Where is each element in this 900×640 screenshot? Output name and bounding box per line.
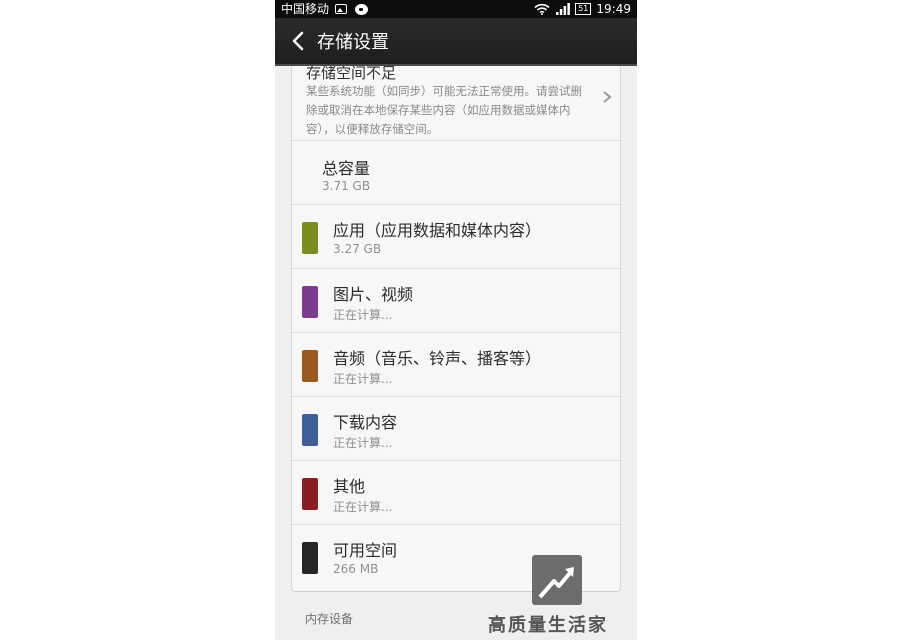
row-label: 图片、视频 [333, 285, 414, 304]
wifi-icon [534, 3, 550, 15]
color-swatch [302, 286, 318, 318]
storage-row-other[interactable]: 其他 正在计算... [292, 461, 620, 525]
total-capacity-value: 3.71 GB [322, 179, 371, 193]
page-title: 存储设置 [317, 32, 389, 53]
row-value: 3.27 GB [333, 242, 382, 256]
row-label: 音频（音乐、铃声、播客等） [333, 349, 542, 368]
clock: 19:49 [596, 2, 631, 16]
signal-icon [556, 3, 571, 15]
section-header-internal-storage: 内存设备 [305, 612, 354, 626]
storage-row-pictures-videos[interactable]: 图片、视频 正在计算... [292, 269, 620, 333]
row-label: 下载内容 [333, 413, 398, 432]
warning-description: 某些系统功能（如同步）可能无法正常使用。请尝试删除或取消在本地保存某些内容（如应… [306, 84, 582, 136]
color-swatch [302, 350, 318, 382]
total-capacity-label: 总容量 [322, 159, 371, 178]
color-swatch [302, 478, 318, 510]
storage-row-apps[interactable]: 应用（应用数据和媒体内容） 3.27 GB [292, 205, 620, 269]
rising-arrow-icon [532, 555, 582, 605]
row-value: 正在计算... [333, 372, 393, 386]
storage-row-audio[interactable]: 音频（音乐、铃声、播客等） 正在计算... [292, 333, 620, 397]
back-arrow-icon [292, 31, 304, 51]
storage-row-downloads[interactable]: 下载内容 正在计算... [292, 397, 620, 461]
row-label: 可用空间 [333, 541, 398, 560]
row-label: 应用（应用数据和媒体内容） [333, 221, 542, 240]
color-swatch [302, 414, 318, 446]
phone-screen: 中国移动 51 19:49 存储设置 存储空间不足 某些系统功能（如同步）可能无… [275, 0, 637, 640]
battery-icon: 51 [575, 3, 592, 15]
chevron-right-icon [603, 91, 612, 103]
row-label: 其他 [333, 477, 366, 496]
chat-notification-icon [355, 3, 369, 15]
status-bar: 中国移动 51 19:49 [275, 0, 637, 18]
watermark-text: 高质量生活家 [488, 615, 608, 636]
row-value: 正在计算... [333, 500, 393, 514]
color-swatch [302, 222, 318, 254]
row-value: 266 MB [333, 562, 379, 576]
warning-title: 存储空间不足 [306, 66, 397, 82]
back-button[interactable] [281, 17, 315, 65]
title-bar: 存储设置 [275, 18, 637, 66]
storage-card: 存储空间不足 某些系统功能（如同步）可能无法正常使用。请尝试删除或取消在本地保存… [291, 66, 621, 592]
carrier-name: 中国移动 [281, 2, 330, 16]
low-storage-warning[interactable]: 存储空间不足 某些系统功能（如同步）可能无法正常使用。请尝试删除或取消在本地保存… [292, 66, 620, 141]
image-notification-icon [335, 4, 348, 14]
row-value: 正在计算... [333, 436, 393, 450]
row-value: 正在计算... [333, 308, 393, 322]
total-capacity-row: 总容量 3.71 GB [292, 141, 620, 205]
color-swatch [302, 542, 318, 574]
